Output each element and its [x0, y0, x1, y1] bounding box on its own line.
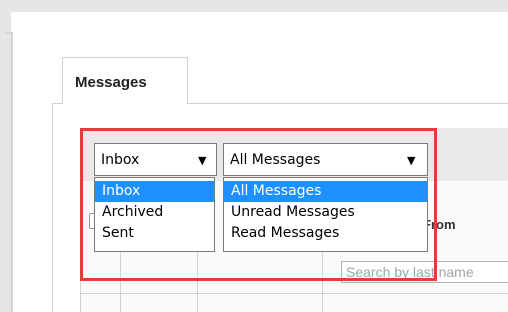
message-filter-select[interactable]: All Messages ▼ [223, 143, 428, 176]
folder-dropdown-list: Inbox Archived Sent [94, 177, 215, 252]
tab-messages-label: Messages [75, 74, 147, 91]
tab-strip-line [52, 103, 63, 104]
tab-strip-line [188, 103, 508, 104]
panel-border [52, 103, 53, 312]
folder-select[interactable]: Inbox ▼ [94, 143, 217, 176]
caret-down-icon: ▼ [198, 154, 207, 167]
folder-select-value: Inbox [101, 152, 140, 168]
search-input[interactable] [342, 262, 508, 282]
grid-column-divider [80, 200, 81, 312]
page-left-tick [5, 32, 12, 34]
message-filter-dropdown-list: All Messages Unread Messages Read Messag… [223, 177, 428, 252]
folder-option-inbox[interactable]: Inbox [95, 181, 214, 202]
tab-messages[interactable]: Messages [62, 57, 188, 104]
page-left-divider [11, 32, 13, 312]
search-field[interactable] [341, 261, 508, 283]
filter-option-read-messages[interactable]: Read Messages [224, 223, 427, 244]
caret-down-icon: ▼ [407, 154, 416, 167]
filter-option-all-messages[interactable]: All Messages [224, 181, 427, 202]
message-filter-value: All Messages [230, 152, 321, 168]
grid-row-divider [80, 293, 508, 294]
screenshot: Messages From Inbox ▼ Inbox Archived Sen… [0, 0, 508, 312]
folder-option-sent[interactable]: Sent [95, 223, 214, 244]
filter-option-unread-messages[interactable]: Unread Messages [224, 202, 427, 223]
folder-option-archived[interactable]: Archived [95, 202, 214, 223]
